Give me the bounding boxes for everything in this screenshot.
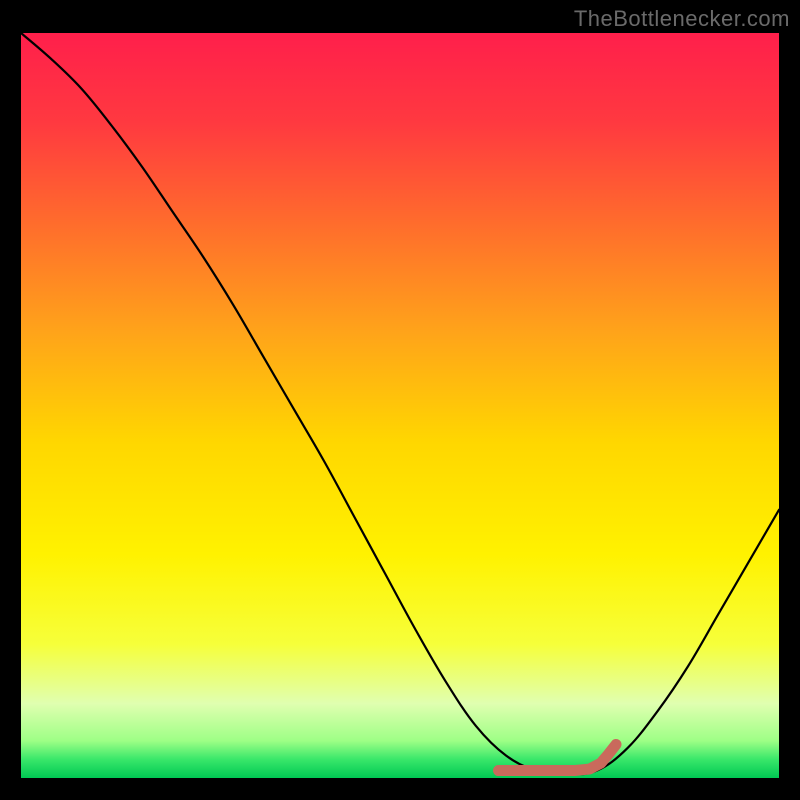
plot-area <box>21 33 779 778</box>
gradient-background <box>21 33 779 778</box>
bottleneck-chart <box>21 33 779 778</box>
chart-container: TheBottlenecker.com <box>0 0 800 800</box>
watermark-label: TheBottlenecker.com <box>574 6 790 32</box>
